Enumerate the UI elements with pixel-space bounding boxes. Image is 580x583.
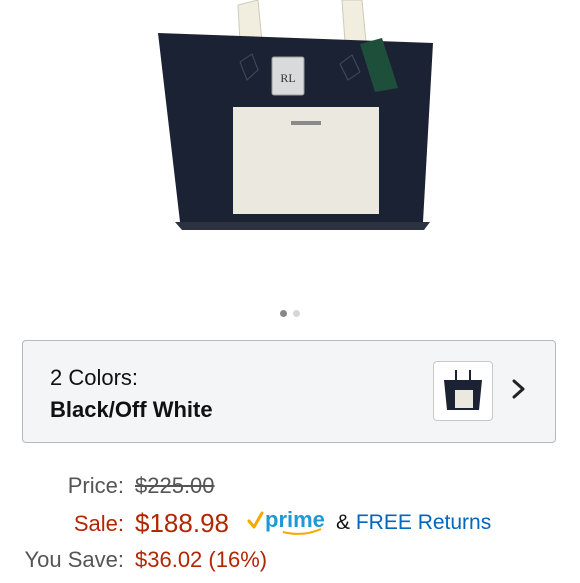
color-count-label: 2 Colors: <box>50 365 139 390</box>
color-swatch-thumbnail[interactable] <box>433 361 493 421</box>
free-returns-link[interactable]: FREE Returns <box>356 511 491 534</box>
savings-label: You Save: <box>24 547 125 572</box>
tag-logo: RL <box>280 71 295 85</box>
color-selector[interactable]: 2 Colors: Black/Off White <box>22 340 556 443</box>
selected-color: Black/Off White <box>50 397 213 422</box>
logo-plaque <box>291 121 321 125</box>
list-price-row: Price: $225.00 <box>0 473 580 509</box>
price-label: Price: <box>67 473 124 498</box>
chevron-right-icon[interactable] <box>511 378 527 400</box>
right-handle <box>341 0 367 43</box>
sale-price: $188.98 <box>135 508 229 538</box>
savings-value: $36.02 (16%) <box>135 547 268 572</box>
sale-label: Sale: <box>73 511 124 536</box>
left-handle <box>237 0 263 43</box>
carousel-dot-1[interactable] <box>280 310 287 317</box>
prime-text: prime <box>265 507 325 532</box>
list-price: $225.00 <box>135 473 215 498</box>
sale-price-row: Sale: $188.98 prime & FREE Returns <box>0 507 580 544</box>
ampersand: & <box>336 511 351 534</box>
image-carousel-dots[interactable] <box>0 310 580 317</box>
prime-logo-icon[interactable]: prime <box>247 507 333 537</box>
bag-thumbnail-icon <box>444 370 482 410</box>
carousel-dot-2[interactable] <box>293 310 300 317</box>
product-image[interactable]: RL <box>0 0 580 300</box>
bag-bottom <box>175 222 430 230</box>
free-returns[interactable]: & FREE Returns <box>336 511 491 535</box>
tote-bag-illustration: RL <box>158 0 433 230</box>
savings-row: You Save: $36.02 (16%) <box>0 547 580 583</box>
